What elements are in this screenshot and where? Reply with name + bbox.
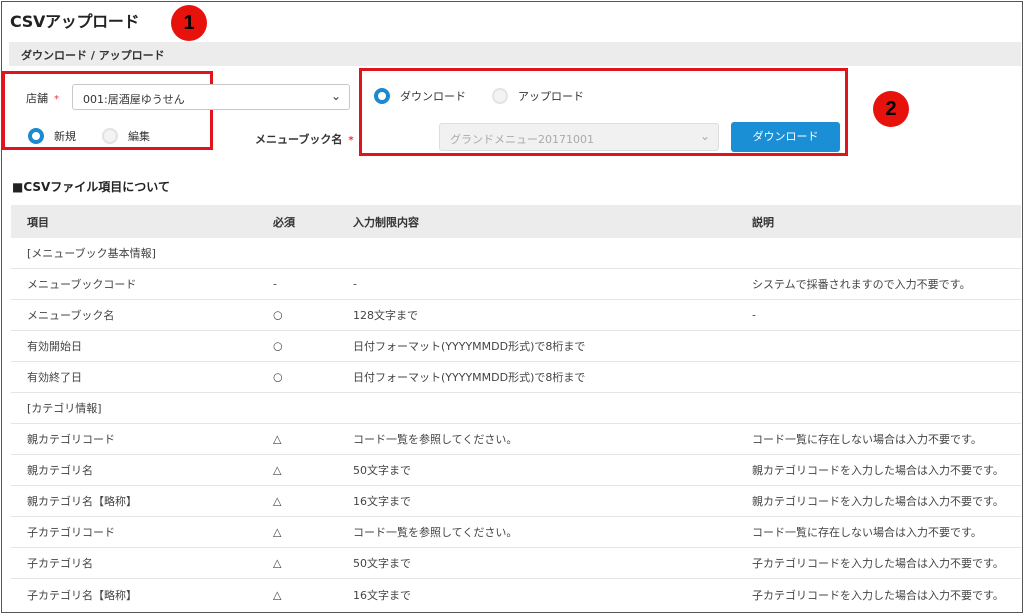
breadcrumb: ダウンロード / アップロード [21,49,165,62]
radio-download-label: ダウンロード [400,90,466,103]
radio-new[interactable]: 新規 [28,128,76,144]
cell-item: メニューブック名 [27,309,115,322]
cell-description: コード一覧に存在しない場合は入力不要です。 [752,526,982,539]
menu-book-label: メニューブック名 * [255,131,354,147]
cell-item: 子カテゴリ名 [27,557,93,570]
cell-required: △ [273,525,282,539]
cell-restriction: 50文字まで [353,557,411,570]
cell-item: 有効開始日 [27,340,82,353]
radio-upload[interactable]: アップロード [492,88,584,104]
cell-required: △ [273,494,282,508]
table-row: 有効開始日 ○ 日付フォーマット(YYYYMMDD形式)で8桁まで [11,331,1021,362]
cell-restriction: コード一覧を参照してください。 [353,526,518,539]
cell-restriction: 16文字まで [353,588,411,602]
breadcrumb-bar: ダウンロード / アップロード [9,42,1021,66]
radio-unselected-icon [102,128,118,144]
radio-unselected-icon [492,88,508,104]
cell-required: ○ [273,339,283,353]
cell-required: ○ [273,370,283,384]
cell-required: ○ [273,308,283,322]
cell-description: 親カテゴリコードを入力した場合は入力不要です。 [752,464,1004,477]
store-label-text: 店舗 [26,92,48,105]
menu-book-label-text: メニューブック名 [255,133,343,146]
cell-description: コード一覧に存在しない場合は入力不要です。 [752,433,982,446]
radio-edit-label: 編集 [128,130,150,143]
cell-restriction: 50文字まで [353,464,411,477]
header-required: 必須 [273,215,295,229]
cell-required: - [273,277,277,291]
radio-new-label: 新規 [54,130,76,143]
cell-restriction: - [353,277,357,291]
cell-required: △ [273,432,282,446]
cell-description: 子カテゴリコードを入力した場合は入力不要です。 [752,557,1004,570]
cell-description: - [752,308,756,322]
cell-required: △ [273,463,282,477]
radio-download[interactable]: ダウンロード [374,88,466,104]
store-label: 店舗 * [26,90,59,106]
annotation-marker-2: 2 [873,91,909,127]
table-row: 親カテゴリ名 △ 50文字まで 親カテゴリコードを入力した場合は入力不要です。 [11,455,1021,486]
table-row: メニューブックコード - - システムで採番されますので入力不要です。 [11,269,1021,300]
radio-selected-icon [374,88,390,104]
csv-fields-table: 項目 必須 入力制限内容 説明 [メニューブック基本情報] メニューブックコード… [11,205,1021,610]
table-row: [メニューブック基本情報] [11,238,1021,269]
page-title: CSVアップロード [10,12,140,31]
header-restriction: 入力制限内容 [353,215,419,229]
radio-upload-label: アップロード [518,90,584,103]
cell-required: △ [273,588,282,601]
required-mark: * [54,94,59,105]
cell-item: [メニューブック基本情報] [27,247,156,260]
cell-restriction: 日付フォーマット(YYYYMMDD形式)で8桁まで [353,371,586,384]
store-select-value: 001:居酒屋ゆうせん [83,93,185,106]
chevron-down-icon: ⌄ [699,129,710,143]
menu-book-select[interactable]: グランドメニュー20171001 ⌄ [439,123,719,151]
cell-item: 親カテゴリコード [27,433,115,446]
section-title: ■CSVファイル項目について [12,180,170,194]
cell-description: システムで採番されますので入力不要です。 [752,278,971,291]
radio-selected-icon [28,128,44,144]
radio-edit[interactable]: 編集 [102,128,150,144]
cell-item: 親カテゴリ名 [27,464,93,477]
download-button[interactable]: ダウンロード [731,122,840,152]
cell-description: 親カテゴリコードを入力した場合は入力不要です。 [752,495,1004,508]
table-row: 親カテゴリコード △ コード一覧を参照してください。 コード一覧に存在しない場合… [11,424,1021,455]
cell-restriction: コード一覧を参照してください。 [353,433,518,446]
chevron-down-icon: ⌄ [330,89,341,103]
header-item: 項目 [27,215,49,229]
menu-book-select-value: グランドメニュー20171001 [450,133,594,146]
cell-restriction: 16文字まで [353,495,411,508]
table-row: 子カテゴリ名【略称】 △ 16文字まで 子カテゴリコードを入力した場合は入力不要… [11,579,1021,610]
annotation-marker-1: 1 [171,5,207,41]
table-row: メニューブック名 ○ 128文字まで - [11,300,1021,331]
cell-item: [カテゴリ情報] [27,402,102,415]
cell-item: 有効終了日 [27,371,82,384]
cell-item: 子カテゴリコード [27,526,115,539]
store-select[interactable]: 001:居酒屋ゆうせん ⌄ [72,84,350,110]
header-description: 説明 [752,215,774,229]
table-header: 項目 必須 入力制限内容 説明 [11,205,1021,238]
table-row: [カテゴリ情報] [11,393,1021,424]
cell-required: △ [273,556,282,570]
table-row: 有効終了日 ○ 日付フォーマット(YYYYMMDD形式)で8桁まで [11,362,1021,393]
table-row: 子カテゴリコード △ コード一覧を参照してください。 コード一覧に存在しない場合… [11,517,1021,548]
cell-item: 子カテゴリ名【略称】 [27,588,137,602]
cell-item: メニューブックコード [27,278,137,291]
cell-restriction: 日付フォーマット(YYYYMMDD形式)で8桁まで [353,340,586,353]
cell-item: 親カテゴリ名【略称】 [27,495,137,508]
required-mark: * [348,135,354,146]
table-row: 子カテゴリ名 △ 50文字まで 子カテゴリコードを入力した場合は入力不要です。 [11,548,1021,579]
cell-restriction: 128文字まで [353,309,418,322]
table-row: 親カテゴリ名【略称】 △ 16文字まで 親カテゴリコードを入力した場合は入力不要… [11,486,1021,517]
cell-description: 子カテゴリコードを入力した場合は入力不要です。 [752,588,1004,602]
